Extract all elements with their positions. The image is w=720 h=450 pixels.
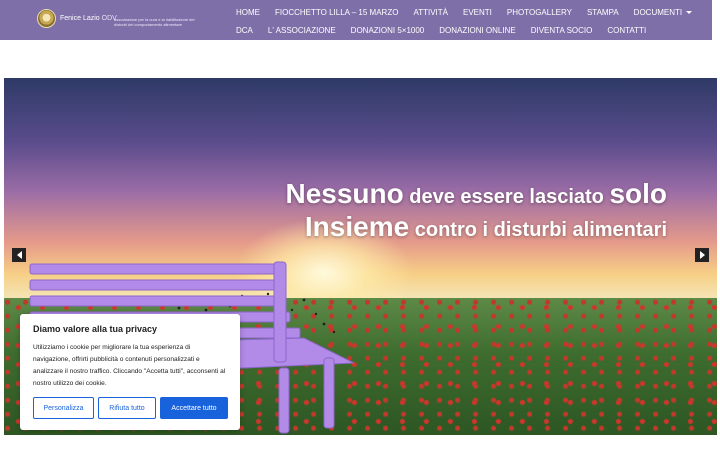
cookie-accept-button[interactable]: Accettare tutto bbox=[160, 397, 228, 419]
nav-attivita[interactable]: ATTIVITÀ bbox=[413, 8, 448, 17]
nav-associazione[interactable]: L' ASSOCIAZIONE bbox=[268, 26, 336, 35]
hero-word-solo: solo bbox=[609, 178, 667, 209]
cookie-consent-banner: Diamo valore alla tua privacy Utilizziam… bbox=[20, 314, 240, 430]
cookie-title: Diamo valore alla tua privacy bbox=[33, 324, 158, 334]
cookie-button-group: Personalizza Rifiuta tutto Accettare tut… bbox=[33, 397, 232, 419]
cookie-customize-button[interactable]: Personalizza bbox=[33, 397, 94, 419]
hero-text-middle: deve essere lasciato bbox=[403, 186, 610, 208]
nav-eventi[interactable]: EVENTI bbox=[463, 8, 492, 17]
nav-fiocchetto-lilla[interactable]: FIOCCHETTO LILLA – 15 MARZO bbox=[275, 8, 398, 17]
nav-dca[interactable]: DCA bbox=[236, 26, 253, 35]
nav-donazioni-online[interactable]: DONAZIONI ONLINE bbox=[439, 26, 515, 35]
nav-documenti[interactable]: DOCUMENTI bbox=[633, 7, 693, 17]
slider-prev-button[interactable] bbox=[12, 248, 26, 262]
site-header: Fenice Lazio ODV associazione per la cur… bbox=[0, 0, 712, 40]
main-nav-row-2: DCA L' ASSOCIAZIONE DONAZIONI 5×1000 DON… bbox=[236, 22, 661, 38]
hero-headline-line-2: Insieme contro i disturbi alimentari bbox=[285, 212, 667, 245]
hero-text-disturbi: contro i disturbi alimentari bbox=[409, 219, 667, 241]
logo-name-text: Fenice Lazio bbox=[60, 15, 100, 22]
nav-documenti-label: DOCUMENTI bbox=[633, 7, 683, 17]
arrow-left-icon bbox=[16, 251, 22, 259]
slider-next-button[interactable] bbox=[695, 248, 709, 262]
logo-name: Fenice Lazio ODV bbox=[60, 15, 117, 22]
nav-photogallery[interactable]: PHOTOGALLERY bbox=[507, 8, 572, 17]
hero-headline-line-1: Nessuno deve essere lasciato solo bbox=[285, 179, 667, 212]
arrow-right-icon bbox=[699, 251, 705, 259]
cookie-reject-button[interactable]: Rifiuta tutto bbox=[98, 397, 156, 419]
main-nav-row-1: HOME FIOCCHETTO LILLA – 15 MARZO ATTIVIT… bbox=[236, 4, 707, 20]
nav-home[interactable]: HOME bbox=[236, 8, 260, 17]
site-logo[interactable]: Fenice Lazio ODV associazione per la cur… bbox=[37, 9, 195, 28]
cookie-description: Utilizziamo i cookie per migliorare la t… bbox=[33, 344, 226, 387]
nav-diventa-socio[interactable]: DIVENTA SOCIO bbox=[531, 26, 593, 35]
hero-headline: Nessuno deve essere lasciato solo Insiem… bbox=[285, 179, 667, 245]
logo-emblem-icon bbox=[37, 9, 56, 28]
caret-down-icon bbox=[686, 10, 693, 14]
hero-word-nessuno: Nessuno bbox=[285, 178, 404, 209]
logo-tagline: associazione per la cura e la riabilitaz… bbox=[114, 17, 195, 27]
nav-contatti[interactable]: CONTATTI bbox=[607, 26, 646, 35]
nav-donazioni-5x1000[interactable]: DONAZIONI 5×1000 bbox=[351, 26, 425, 35]
hero-word-insieme: Insieme bbox=[304, 211, 410, 242]
nav-stampa[interactable]: STAMPA bbox=[587, 8, 619, 17]
